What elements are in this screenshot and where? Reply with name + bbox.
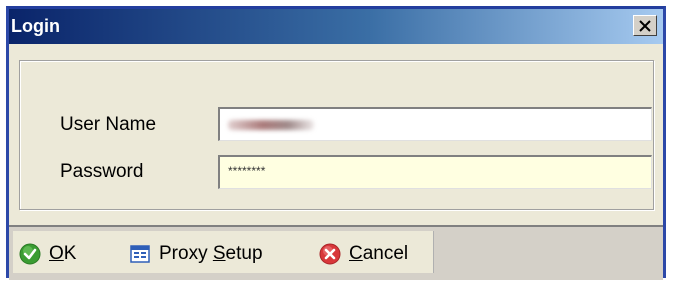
close-button[interactable] <box>633 15 657 36</box>
password-value: ******** <box>228 164 266 178</box>
button-toolbar: OK Proxy Setup Cancel <box>9 225 663 280</box>
proxy-setup-button[interactable]: Proxy Setup <box>129 239 263 269</box>
username-label: User Name <box>60 114 157 135</box>
close-icon <box>639 19 651 32</box>
password-field[interactable]: ******** <box>218 155 652 189</box>
ok-label: OK <box>49 243 77 264</box>
username-value-redacted <box>228 120 314 130</box>
cancel-label: Cancel <box>349 243 409 264</box>
cancel-button[interactable]: Cancel <box>319 239 408 269</box>
cancel-icon <box>319 243 341 265</box>
dialog-content: User Name Password ******** <box>9 44 663 222</box>
credentials-group: User Name Password ******** <box>19 60 654 210</box>
password-label: Password <box>60 161 144 182</box>
window-title: Login <box>11 16 60 36</box>
check-icon <box>19 243 41 265</box>
username-field[interactable] <box>218 107 652 141</box>
title-bar[interactable]: Login <box>9 9 663 44</box>
ok-button[interactable]: OK <box>19 239 76 269</box>
proxy-setup-label: Proxy Setup <box>159 243 263 264</box>
toolbar-strip: OK Proxy Setup Cancel <box>13 231 434 273</box>
proxy-settings-icon <box>130 245 150 263</box>
login-dialog: Login User Name Password ******** OK Pro… <box>6 6 666 280</box>
